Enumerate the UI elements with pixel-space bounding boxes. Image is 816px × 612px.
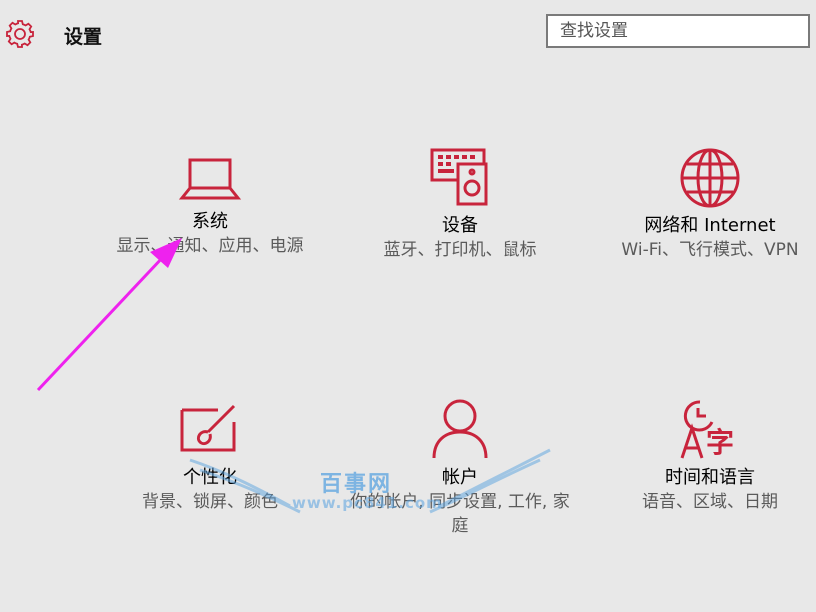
tile-description: 语音、区域、日期	[642, 492, 778, 512]
tile-name: 系统	[192, 211, 228, 232]
clock-language-icon: 字	[680, 400, 734, 459]
tile-system[interactable]: 系统 显示、通知、应用、电源	[100, 152, 320, 258]
tile-name: 设备	[442, 215, 478, 236]
tile-network[interactable]: 网络和 Internet Wi-Fi、飞行模式、VPN	[600, 146, 816, 262]
search-box[interactable]	[546, 14, 810, 48]
tile-description: 背景、锁屏、颜色	[142, 492, 278, 512]
tile-devices[interactable]: 设备 蓝牙、打印机、鼠标	[350, 146, 570, 262]
tile-personalization[interactable]: 个性化 背景、锁屏、颜色	[100, 400, 320, 514]
tile-description: 蓝牙、打印机、鼠标	[383, 240, 537, 260]
tile-description: Wi-Fi、飞行模式、VPN	[621, 240, 799, 260]
tile-name: 时间和语言	[665, 467, 755, 488]
paint-brush-icon	[180, 404, 236, 452]
tile-name: 网络和 Internet	[644, 215, 776, 236]
tile-name: 个性化	[183, 467, 237, 488]
header: 设置	[0, 0, 816, 70]
tile-description: 显示、通知、应用、电源	[116, 236, 304, 256]
search-input[interactable]	[548, 16, 808, 46]
watermark-url: www.pc841.com	[292, 494, 443, 512]
person-icon	[432, 399, 488, 459]
tile-time-language[interactable]: 字 时间和语言 语音、区域、日期	[600, 398, 816, 514]
page-title: 设置	[64, 26, 103, 48]
globe-icon	[680, 148, 740, 208]
svg-text:字: 字	[706, 426, 734, 459]
laptop-icon	[178, 158, 242, 200]
devices-icon	[430, 148, 488, 206]
gear-icon	[6, 20, 34, 48]
